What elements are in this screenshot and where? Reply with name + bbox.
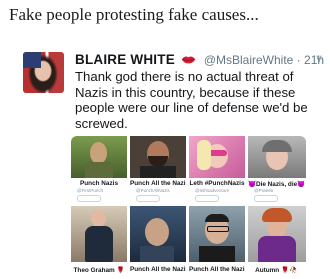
tweet-text: Thank god there is no actual threat of N… [75, 69, 308, 131]
profile-image [71, 136, 127, 178]
profile-image [248, 136, 306, 178]
profile-grid: Punch Nazis @FirstPunch Punch All the Na… [71, 136, 306, 276]
profile-card[interactable]: Punch All the Nazis @PunchAllNazis [130, 136, 186, 203]
user-handle[interactable]: @MsBlaireWhite [204, 53, 294, 67]
separator: · [293, 53, 305, 67]
follow-button[interactable] [254, 195, 278, 202]
profile-card[interactable]: Autumn 🌹🥀 [248, 206, 306, 276]
profile-card[interactable]: Punch All the Nazis [189, 206, 245, 276]
profile-card[interactable]: Leth #PunchNazis @lethsadventure [189, 136, 245, 203]
profile-image [189, 136, 245, 178]
profile-image [130, 206, 186, 262]
profile-handle: @lethsadventure [195, 188, 230, 193]
flag-icon [23, 52, 41, 68]
profile-name: 😈Die Nazis, die😈 [248, 181, 304, 188]
profile-handle: @Prae66 [254, 188, 274, 193]
profile-handle: @PunchAllNazis [136, 188, 170, 193]
tweet-header: BLAIRE WHITE @MsBlaireWhite · 21h ∨ [75, 51, 325, 69]
profile-name: Punch All the Nazis [130, 266, 186, 273]
profile-image [130, 136, 186, 178]
tweet: BLAIRE WHITE @MsBlaireWhite · 21h ∨ Than… [0, 40, 330, 279]
profile-image [248, 206, 306, 262]
follow-button[interactable] [77, 195, 101, 202]
profile-name: Punch All the Nazis [130, 180, 186, 187]
profile-handle: @FirstPunch [77, 188, 104, 193]
follow-button[interactable] [136, 195, 160, 202]
profile-name: Leth #PunchNazis [189, 180, 245, 187]
profile-name: Autumn 🌹🥀 [255, 267, 297, 274]
lips-icon [182, 56, 196, 64]
profile-name: Punch All the Nazis [189, 266, 245, 273]
profile-card[interactable]: Punch Nazis @FirstPunch [71, 136, 127, 203]
profile-name: Theo Graham 🌹 [73, 267, 125, 274]
avatar[interactable] [23, 52, 64, 93]
profile-card[interactable]: 😈Die Nazis, die😈 @Prae66 [248, 136, 306, 203]
follow-button[interactable] [195, 195, 219, 202]
display-name[interactable]: BLAIRE WHITE [75, 52, 175, 67]
meme-caption: Fake people protesting fake causes... [9, 5, 259, 24]
profile-card[interactable]: Theo Graham 🌹 [71, 206, 127, 276]
chevron-down-icon[interactable]: ∨ [315, 52, 323, 65]
profile-card[interactable]: Punch All the Nazis [130, 206, 186, 276]
profile-image [71, 206, 127, 262]
profile-name: Punch Nazis [80, 180, 118, 187]
profile-image [189, 206, 245, 262]
